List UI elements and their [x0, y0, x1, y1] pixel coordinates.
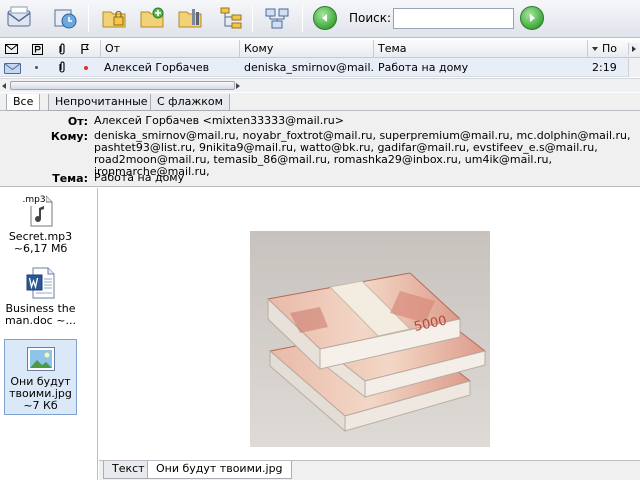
paperclip-icon — [57, 61, 67, 77]
tab-flagged[interactable]: С флажком — [150, 94, 230, 111]
folder-settings-icon[interactable] — [175, 3, 205, 33]
scroll-left-icon[interactable] — [2, 83, 6, 89]
view-tabs: Текст Они будут твоими.jpg — [99, 460, 640, 480]
money-stack-image: 5000 — [250, 231, 490, 447]
subject-label: Тема: — [52, 172, 88, 185]
toolbar-separator — [252, 4, 253, 32]
column-from[interactable]: От — [100, 40, 240, 58]
image-file-icon — [26, 345, 56, 373]
column-to[interactable]: Кому — [240, 40, 374, 58]
header-scroll-right[interactable] — [628, 43, 638, 55]
tab-text[interactable]: Текст — [103, 461, 154, 479]
toolbar: Поиск: — [0, 0, 640, 38]
network-icon[interactable] — [262, 3, 292, 33]
filter-tabs: Все Непрочитанные С флажком — [0, 93, 640, 111]
scroll-right-icon[interactable] — [236, 83, 240, 89]
envelope-icon — [4, 61, 21, 77]
column-subject[interactable]: Тема — [374, 40, 588, 58]
word-doc-icon — [25, 266, 57, 300]
list-hscrollbar[interactable] — [0, 78, 640, 92]
attachment-size: ~6,17 Мб — [13, 242, 68, 255]
from-value[interactable]: Алексей Горбачев <mixten33333@mail.ru> — [94, 115, 634, 127]
add-folder-icon[interactable] — [137, 3, 167, 33]
attachment-doc[interactable]: Business the man.doc ~... — [4, 266, 77, 327]
row-from: Алексей Горбачев — [104, 61, 210, 74]
search-go-icon[interactable] — [520, 6, 544, 30]
attachments-pane: .mp3 Secret.mp3 ~6,17 Мб Business the ma… — [0, 188, 98, 480]
tab-all[interactable]: Все — [6, 94, 41, 111]
message-body: 5000 — [99, 188, 640, 460]
subject-value: Работа на дому — [94, 171, 185, 184]
mp3-icon: .mp3 — [22, 194, 57, 228]
row-to: deniska_smirnov@mail.... — [244, 61, 374, 74]
attachment-size: ~7 Кб — [23, 399, 58, 412]
lock-folder-icon[interactable] — [99, 3, 129, 33]
envelope-column-icon[interactable] — [4, 42, 18, 56]
from-label: От: — [67, 115, 88, 128]
tree-icon[interactable] — [216, 3, 246, 33]
list-vscroll[interactable] — [628, 58, 640, 77]
flag-dot-icon — [84, 66, 88, 70]
row-time: 2:19 — [592, 61, 617, 74]
message-header: От: Алексей Горбачев <mixten33333@mail.r… — [0, 111, 640, 187]
attachment-name-rest: man.doc ~... — [5, 314, 76, 327]
hscroll-thumb[interactable] — [10, 81, 235, 90]
toolbar-separator — [302, 4, 303, 32]
priority-column-icon[interactable] — [30, 42, 44, 56]
column-time[interactable]: По — [588, 40, 628, 58]
flag-column-icon[interactable] — [78, 42, 92, 56]
tab-unread[interactable]: Непрочитанные — [48, 94, 155, 111]
tab-image[interactable]: Они будут твоими.jpg — [147, 461, 292, 479]
table-row[interactable]: Алексей Горбачев deniska_smirnov@mail...… — [0, 58, 640, 77]
search-label: Поиск: — [349, 11, 392, 25]
row-subject: Работа на дому — [378, 61, 469, 74]
search-input[interactable] — [393, 8, 514, 29]
back-arrow-icon[interactable] — [313, 6, 337, 30]
message-list-header: От Кому Тема По — [0, 40, 640, 58]
mail-icon[interactable] — [4, 3, 34, 33]
toolbar-separator — [88, 4, 89, 32]
column-time-label: По — [602, 42, 618, 55]
mp3-badge: .mp3 — [22, 194, 46, 206]
attachment-column-icon[interactable] — [55, 42, 69, 56]
attachment-jpg[interactable]: Они будут твоими.jpg ~7 Кб — [4, 339, 77, 415]
attachment-mp3[interactable]: .mp3 Secret.mp3 ~6,17 Мб — [4, 194, 77, 255]
sync-icon[interactable] — [50, 3, 80, 33]
priority-dot-icon — [35, 66, 38, 69]
to-label: Кому: — [50, 130, 88, 143]
sort-arrow-icon — [592, 47, 598, 51]
